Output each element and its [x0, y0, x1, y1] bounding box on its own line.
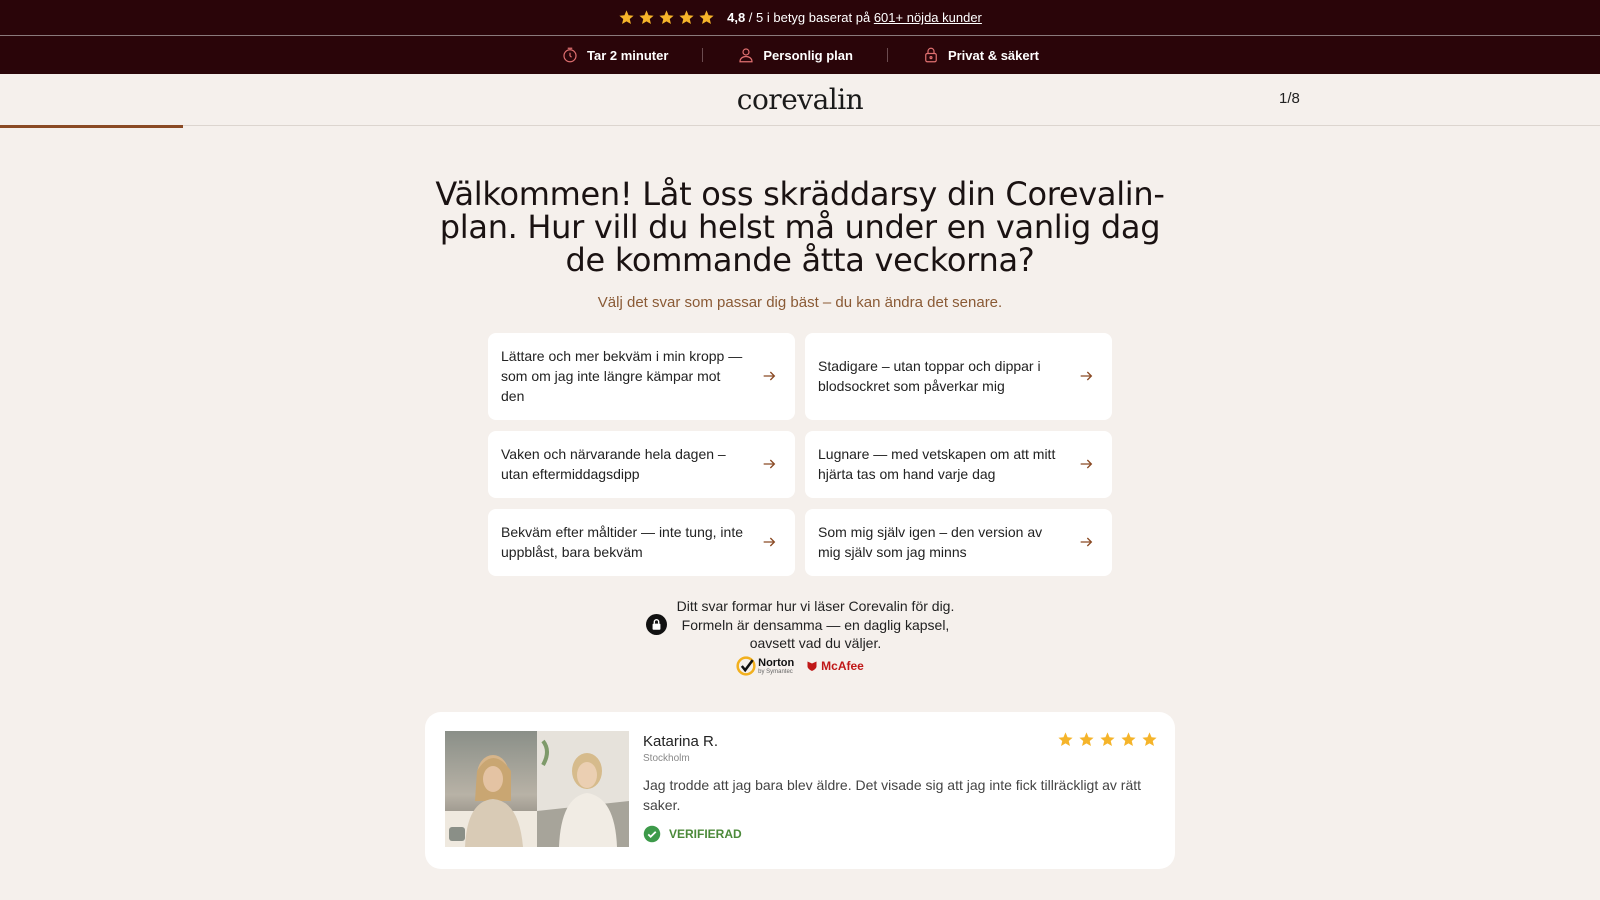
rating-score: 4,8	[727, 10, 746, 25]
arrow-right-icon	[1080, 371, 1093, 381]
assurance-line: Formeln är densamma — en daglig kapsel,	[681, 616, 950, 633]
star-icon	[639, 10, 654, 25]
rating-stars	[618, 9, 715, 26]
review-photos	[445, 731, 629, 847]
verified-badge: VERIFIERAD	[643, 825, 1158, 843]
page-header: corevalin 1/8	[0, 74, 1600, 126]
user-icon	[739, 48, 753, 63]
star-icon	[1079, 732, 1094, 747]
arrow-right-icon	[1080, 537, 1093, 547]
norton-check-icon	[736, 655, 756, 676]
assurance: Ditt svar formar hur vi läser Corevalin …	[0, 597, 1600, 653]
star-icon	[619, 10, 634, 25]
security-badges: Norton by Symantec McAfee	[0, 655, 1600, 676]
assurance-line: Ditt svar formar hur vi läser Corevalin …	[676, 598, 955, 614]
question-title: Välkommen! Låt oss skräddarsy din Coreva…	[435, 175, 1165, 279]
norton-badge: Norton by Symantec	[736, 655, 795, 676]
star-icon	[1058, 732, 1073, 747]
answer-option[interactable]: Som mig själv igen – den version av mig …	[805, 509, 1112, 576]
answer-label: Stadigare – utan toppar och dippar i blo…	[818, 358, 1041, 394]
answer-option[interactable]: Lättare och mer bekväm i min kropp — som…	[488, 333, 795, 420]
answer-label: Bekväm efter måltider — inte tung, inte …	[501, 524, 743, 560]
answer-options: Lättare och mer bekväm i min kropp — som…	[488, 333, 1112, 576]
answer-option[interactable]: Vaken och närvarande hela dagen – utan e…	[488, 431, 795, 498]
arrow-right-icon	[1080, 459, 1093, 469]
divider	[702, 48, 704, 62]
answer-option[interactable]: Lugnare — med vetskapen om att mitt hjär…	[805, 431, 1112, 498]
answer-label: Lättare och mer bekväm i min kropp — som…	[501, 348, 743, 404]
assurance-line: oavsett vad du väljer.	[749, 635, 882, 651]
feature-time: Tar 2 minuter	[561, 46, 668, 64]
rating-text: 4,8 / 5 i betyg baserat på 601+ nöjda ku…	[727, 10, 982, 25]
clock-icon	[563, 47, 577, 63]
rating-rest: / 5 i betyg baserat på	[745, 10, 874, 25]
star-icon	[1100, 732, 1115, 747]
review-card: Katarina R. Stockholm Jag trodde att jag…	[425, 712, 1175, 869]
star-icon	[1142, 732, 1157, 747]
arrow-right-icon	[763, 537, 776, 547]
feature-label: Tar 2 minuter	[586, 47, 669, 63]
norton-label: Norton	[758, 656, 795, 669]
answer-label: Vaken och närvarande hela dagen – utan e…	[501, 446, 726, 482]
before-photo	[445, 731, 537, 847]
reviews-link[interactable]: 601+ nöjda kunder	[874, 10, 982, 25]
step-indicator: 1/8	[1279, 90, 1300, 107]
answer-label: Som mig själv igen – den version av mig …	[818, 524, 1043, 560]
review-stars	[1057, 731, 1158, 748]
answer-option[interactable]: Bekväm efter måltider — inte tung, inte …	[488, 509, 795, 576]
question-subtitle: Välj det svar som passar dig bäst – du k…	[597, 294, 1003, 311]
feature-plan: Personlig plan	[737, 46, 853, 64]
answer-label: Lugnare — med vetskapen om att mitt hjär…	[818, 446, 1056, 482]
star-icon	[679, 10, 694, 25]
mcafee-label: McAfee	[821, 658, 864, 673]
assurance-note: Ditt svar formar hur vi läser Corevalin …	[677, 597, 955, 653]
divider	[886, 48, 888, 62]
padlock-icon	[645, 614, 667, 636]
verified-label: VERIFIERAD	[669, 827, 742, 841]
mcafee-shield-icon	[807, 661, 817, 671]
review-text: Jag trodde att jag bara blev äldre. Det …	[643, 777, 1142, 813]
rating-bar: 4,8 / 5 i betyg baserat på 601+ nöjda ku…	[0, 0, 1600, 36]
feature-label: Privat & säkert	[947, 47, 1040, 63]
star-icon	[699, 10, 714, 25]
lock-icon	[925, 47, 937, 63]
progress-bar	[0, 125, 1600, 128]
star-icon	[659, 10, 674, 25]
norton-sub: by Symantec	[758, 668, 793, 675]
progress-fill	[0, 125, 184, 128]
arrow-right-icon	[763, 371, 776, 381]
answer-option[interactable]: Stadigare – utan toppar och dippar i blo…	[805, 333, 1112, 420]
check-circle-icon	[643, 825, 661, 843]
feature-label: Personlig plan	[763, 47, 853, 63]
feature-privacy: Privat & säkert	[922, 46, 1039, 64]
star-icon	[1121, 732, 1136, 747]
arrow-right-icon	[763, 459, 776, 469]
review-body: Katarina R. Stockholm Jag trodde att jag…	[643, 731, 1158, 850]
feature-bar: Tar 2 minuter Personlig plan Privat & sä…	[0, 36, 1600, 74]
reviewer-city: Stockholm	[643, 753, 690, 764]
after-photo	[537, 731, 629, 847]
mcafee-badge: McAfee	[806, 659, 864, 673]
brand-logo[interactable]: corevalin	[737, 83, 864, 116]
